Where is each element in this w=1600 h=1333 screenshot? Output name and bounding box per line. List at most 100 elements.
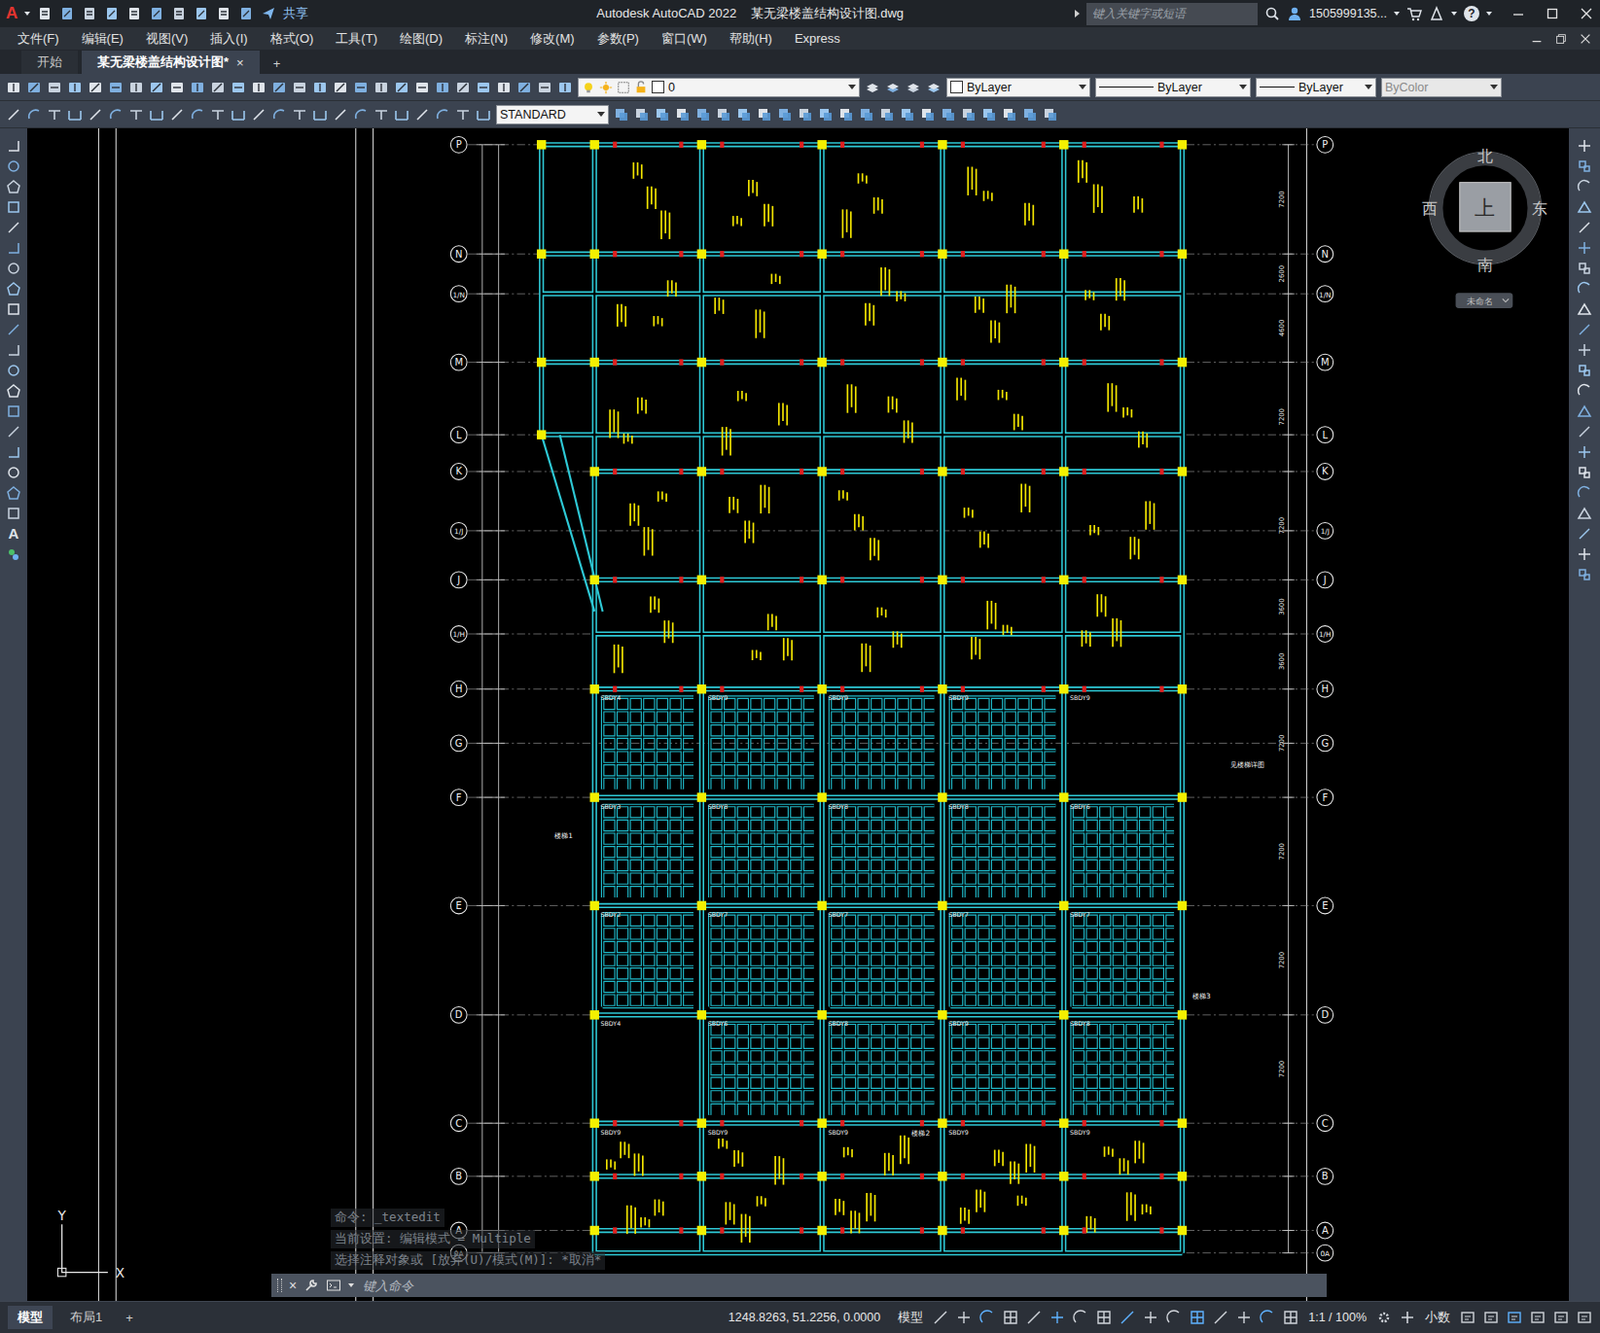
tool-icon[interactable] — [210, 79, 226, 96]
modify-tool-icon[interactable] — [1022, 106, 1038, 123]
tool-icon[interactable] — [128, 79, 144, 96]
dropdown-arrow-icon[interactable] — [848, 84, 856, 90]
tool-icon[interactable] — [353, 79, 369, 96]
draw-tool-icon[interactable] — [5, 178, 22, 195]
grip-icon[interactable] — [277, 1279, 283, 1293]
status-tool-icon[interactable] — [1553, 1310, 1569, 1326]
units-button[interactable]: 小数 — [1422, 1310, 1453, 1327]
dimension-tool-icon[interactable] — [434, 106, 451, 123]
tool-icon[interactable] — [414, 79, 430, 96]
draw-tool-icon[interactable] — [5, 199, 22, 215]
menu-item[interactable]: 格式(O) — [260, 28, 324, 50]
search-icon[interactable] — [1264, 5, 1280, 22]
status-toggle-icon[interactable] — [1072, 1310, 1089, 1326]
modify-tool-icon[interactable] — [1576, 505, 1593, 522]
doc-restore-icon[interactable] — [1554, 32, 1568, 46]
tool-icon[interactable] — [312, 79, 328, 96]
connect-icon[interactable] — [1428, 5, 1445, 22]
caret-icon[interactable] — [24, 11, 31, 16]
modify-tool-icon[interactable] — [1576, 240, 1593, 256]
layer-tool-icon[interactable] — [864, 79, 881, 96]
caret-icon[interactable] — [348, 1283, 355, 1288]
modify-tool-icon[interactable] — [654, 106, 671, 123]
status-toggle-icon[interactable] — [1049, 1310, 1066, 1326]
menu-item[interactable]: Express — [784, 29, 851, 48]
status-tool-icon[interactable] — [1529, 1310, 1546, 1326]
modify-tool-icon[interactable] — [879, 106, 895, 123]
modify-tool-icon[interactable] — [715, 106, 732, 123]
dimension-tool-icon[interactable] — [250, 106, 267, 123]
draw-tool-icon[interactable] — [5, 281, 22, 297]
dimension-tool-icon[interactable] — [107, 106, 124, 123]
layer-tool-icon[interactable] — [925, 79, 942, 96]
minimize-icon[interactable] — [1510, 5, 1527, 22]
share-icon[interactable] — [260, 5, 277, 22]
quick-access-icon[interactable] — [215, 5, 232, 22]
draw-tool-icon[interactable] — [5, 464, 22, 481]
new-tab-button[interactable]: + — [263, 53, 291, 74]
color-dropdown[interactable]: ByLayer — [946, 77, 1091, 98]
draw-tool-icon[interactable] — [5, 321, 22, 338]
dimension-tool-icon[interactable] — [46, 106, 63, 123]
modify-tool-icon[interactable] — [858, 106, 875, 123]
gear-icon[interactable] — [1376, 1310, 1392, 1326]
modify-tool-icon[interactable] — [695, 106, 712, 123]
menu-item[interactable]: 窗口(W) — [651, 28, 717, 50]
lineweight-dropdown[interactable]: ByLayer — [1255, 77, 1377, 98]
modify-tool-icon[interactable] — [797, 106, 814, 123]
modify-tool-icon[interactable] — [736, 106, 752, 123]
tool-icon[interactable] — [536, 79, 553, 96]
dimension-tool-icon[interactable] — [148, 106, 165, 123]
doc-minimize-icon[interactable] — [1529, 32, 1544, 46]
wrench-icon[interactable] — [303, 1278, 320, 1294]
layout-tab[interactable]: 布局1 — [60, 1306, 112, 1330]
modify-tool-icon[interactable] — [817, 106, 834, 123]
close-icon[interactable] — [1578, 5, 1595, 22]
viewcube-face[interactable] — [1459, 182, 1511, 232]
status-tool-icon[interactable] — [1459, 1310, 1476, 1326]
model-space-button[interactable]: 模型 — [895, 1310, 925, 1327]
status-toggle-icon[interactable] — [1096, 1310, 1112, 1326]
modify-tool-icon[interactable] — [1576, 199, 1593, 215]
dimension-tool-icon[interactable] — [393, 106, 410, 123]
tool-icon[interactable] — [87, 79, 104, 96]
dimension-tool-icon[interactable] — [189, 106, 206, 123]
dimension-tool-icon[interactable] — [169, 106, 185, 123]
draw-tool-icon[interactable] — [5, 138, 22, 154]
file-tab[interactable]: 某无梁楼盖结构设计图*× — [81, 50, 260, 74]
menu-item[interactable]: 视图(V) — [136, 28, 198, 50]
dropdown-arrow-icon[interactable] — [1239, 84, 1247, 90]
dimension-tool-icon[interactable] — [210, 106, 226, 123]
ucs-dropdown[interactable] — [1456, 292, 1514, 309]
quick-access-icon[interactable] — [104, 5, 120, 22]
status-tool-icon[interactable] — [1576, 1310, 1593, 1326]
modify-tool-icon[interactable] — [1576, 178, 1593, 195]
modify-tool-icon[interactable] — [1042, 106, 1059, 123]
draw-tool-icon[interactable] — [5, 219, 22, 236]
annotation-scale[interactable]: 1:1 / 100% — [1306, 1311, 1369, 1325]
draw-tool-icon[interactable] — [5, 362, 22, 379]
status-toggle-icon[interactable] — [1282, 1310, 1299, 1326]
dimension-tool-icon[interactable] — [5, 106, 22, 123]
menu-item[interactable]: 文件(F) — [7, 28, 70, 50]
cart-icon[interactable] — [1406, 5, 1423, 22]
viewport-icon[interactable] — [616, 80, 631, 95]
tool-icon[interactable] — [516, 79, 533, 96]
modify-tool-icon[interactable] — [1576, 526, 1593, 542]
app-logo[interactable]: A — [5, 3, 18, 24]
caret-icon[interactable] — [1393, 11, 1400, 16]
tool-icon[interactable] — [475, 79, 492, 96]
tool-icon[interactable] — [373, 79, 390, 96]
layout-tab[interactable]: 模型 — [7, 1306, 53, 1330]
plotstyle-dropdown[interactable]: ByColor — [1381, 77, 1502, 98]
status-toggle-icon[interactable] — [1142, 1310, 1159, 1326]
dimension-tool-icon[interactable] — [414, 106, 430, 123]
menu-item[interactable]: 参数(P) — [587, 28, 649, 50]
caret-icon[interactable] — [1451, 11, 1458, 16]
draw-tool-icon[interactable] — [5, 158, 22, 175]
status-toggle-icon[interactable] — [932, 1310, 949, 1326]
dimension-tool-icon[interactable] — [271, 106, 287, 123]
viewcube[interactable]: 上北南西东未命名 — [1422, 146, 1547, 309]
tool-icon[interactable] — [291, 79, 308, 96]
draw-tool-icon[interactable] — [5, 444, 22, 461]
